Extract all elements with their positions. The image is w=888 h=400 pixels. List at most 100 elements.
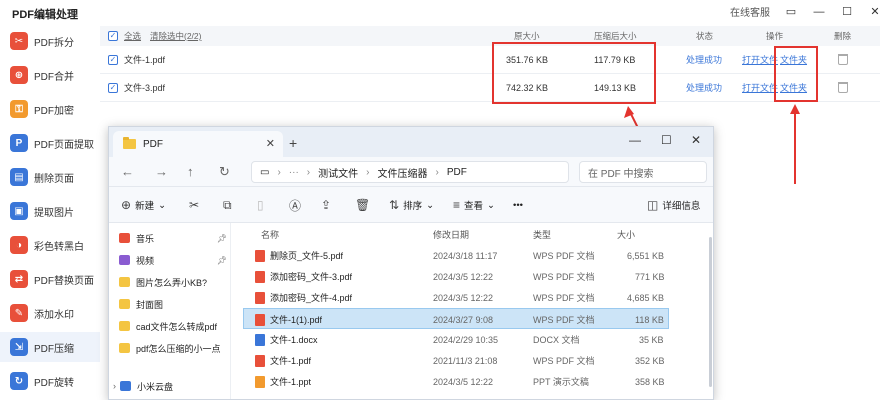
file-modified: 2024/3/5 12:22	[433, 271, 494, 282]
details-label: 详细信息	[662, 201, 701, 212]
column-header-modified[interactable]: 修改日期	[433, 223, 469, 245]
file-name-text: 添加密码_文件-4.pdf	[270, 293, 353, 303]
vertical-scrollbar[interactable]	[709, 237, 712, 387]
new-tab-button[interactable]: +	[289, 135, 297, 151]
list-item-selected[interactable]: 文件-1(1).pdf 2024/3/27 9:08 WPS PDF 文档 11…	[243, 308, 669, 329]
chevron-right-icon: ›	[306, 166, 311, 178]
breadcrumb-segment[interactable]: 文件压缩器	[377, 165, 427, 180]
breadcrumb-segment[interactable]: 测试文件	[318, 165, 358, 180]
file-modified: 2024/3/5 12:22	[433, 292, 494, 303]
explorer-maximize-button[interactable]: ☐	[661, 133, 672, 147]
more-path-icon[interactable]: ···	[289, 167, 299, 178]
cut-button[interactable]: ✂	[189, 187, 199, 223]
file-type: WPS PDF 文档	[533, 272, 595, 282]
explorer-tab[interactable]: PDF ✕	[113, 131, 283, 157]
list-item[interactable]: 添加密码_文件-4.pdf 2024/3/5 12:22 WPS PDF 文档 …	[243, 287, 669, 308]
delete-button[interactable]: 🗑︎	[355, 187, 370, 223]
file-modified: 2024/3/27 9:08	[433, 314, 494, 325]
file-name: 文件-1.docx	[255, 329, 318, 350]
nav-item-music[interactable]: 音乐 📌︎	[119, 227, 231, 249]
music-icon	[119, 233, 130, 243]
chevron-down-icon: ⌄	[158, 199, 167, 211]
nav-item-videos[interactable]: 视频 📌︎	[119, 249, 231, 271]
list-item[interactable]: 文件-1.ppt 2024/3/5 12:22 PPT 演示文稿 358 KB	[243, 371, 669, 392]
file-name-text: 文件-1.docx	[270, 335, 318, 345]
file-type: WPS PDF 文档	[533, 293, 595, 303]
file-name-text: 文件-1(1).pdf	[270, 315, 323, 325]
folder-arrow-head	[790, 104, 800, 114]
file-modified: 2024/3/5 12:22	[433, 376, 494, 387]
view-button[interactable]: ≡ 查看 ⌄	[453, 187, 495, 223]
breadcrumb[interactable]: ▭ › ··· › 测试文件 › 文件压缩器 › PDF	[251, 161, 569, 183]
ppt-file-icon	[255, 375, 265, 388]
file-modified: 2021/11/3 21:08	[433, 355, 498, 366]
file-name-text: 删除页_文件-5.pdf	[270, 251, 344, 261]
list-item[interactable]: 文件-1.pdf 2021/11/3 21:08 WPS PDF 文档 352 …	[243, 350, 669, 371]
file-type: PPT 演示文稿	[533, 377, 589, 387]
forward-icon[interactable]: →	[155, 164, 168, 179]
share-icon: ⇪	[321, 198, 332, 212]
file-size: 352 KB	[635, 355, 665, 366]
folder-icon	[119, 343, 130, 353]
nav-item-cloud[interactable]: › 小米云盘	[113, 375, 225, 397]
view-icon: ≡	[453, 198, 461, 212]
rename-button[interactable]: Ⓐ	[289, 187, 301, 223]
sort-label: 排序	[403, 201, 423, 212]
column-header-name[interactable]: 名称	[261, 223, 279, 245]
file-size: 35 KB	[639, 334, 664, 345]
tab-close-icon[interactable]: ✕	[266, 137, 275, 150]
nav-item-folder[interactable]: pdf怎么压缩的小一点	[119, 337, 231, 359]
file-name: 添加密码_文件-3.pdf	[255, 266, 352, 287]
nav-item-label: 图片怎么弄小KB?	[136, 277, 208, 288]
list-item[interactable]: 添加密码_文件-3.pdf 2024/3/5 12:22 WPS PDF 文档 …	[243, 266, 669, 287]
chevron-right-icon: ›	[277, 166, 281, 178]
plus-circle-icon: ⊕	[121, 198, 132, 212]
chevron-right-icon: ›	[435, 166, 439, 178]
chevron-down-icon: ⌄	[426, 199, 435, 211]
nav-item-label: cad文件怎么转成pdf	[136, 321, 218, 332]
nav-item-label: 小米云盘	[137, 381, 174, 392]
column-header-size[interactable]: 大小	[617, 223, 635, 245]
file-size: 6,551 KB	[627, 250, 665, 261]
docx-file-icon	[255, 333, 265, 346]
list-item[interactable]: 删除页_文件-5.pdf 2024/3/18 11:17 WPS PDF 文档 …	[243, 245, 669, 266]
nav-item-folder[interactable]: 封面图	[119, 293, 231, 315]
nav-item-label: 音乐	[136, 233, 155, 244]
new-button[interactable]: ⊕ 新建 ⌄	[121, 187, 166, 223]
back-icon[interactable]: ←	[121, 164, 134, 179]
explorer-close-button[interactable]: ✕	[691, 133, 701, 147]
new-label: 新建	[135, 201, 155, 212]
share-button[interactable]: ⇪	[321, 187, 331, 223]
file-size: 358 KB	[635, 376, 665, 387]
video-icon	[119, 255, 130, 265]
list-item[interactable]: 文件-1.docx 2024/2/29 10:35 DOCX 文档 35 KB	[243, 329, 669, 350]
file-modified: 2024/2/29 10:35	[433, 334, 499, 345]
file-type: WPS PDF 文档	[533, 251, 595, 261]
nav-item-folder[interactable]: 图片怎么弄小KB?	[119, 271, 231, 293]
details-pane-icon: ◫	[647, 198, 659, 212]
file-size: 771 KB	[635, 271, 665, 282]
nav-item-folder[interactable]: cad文件怎么转成pdf	[119, 315, 231, 337]
view-label: 查看	[464, 201, 484, 212]
tab-title: PDF	[143, 138, 163, 150]
pdf-file-icon	[255, 249, 265, 262]
details-pane-button[interactable]: ◫ 详细信息	[647, 187, 700, 223]
column-header-type[interactable]: 类型	[533, 223, 551, 245]
paste-button[interactable]: ▯	[257, 187, 264, 223]
sort-button[interactable]: ⇅ 排序 ⌄	[389, 187, 434, 223]
explorer-address-bar: ← → ↑ ↻ ▭ › ··· › 测试文件 › 文件压缩器 › PDF 在 P…	[109, 157, 713, 187]
copy-button[interactable]: ⧉	[223, 187, 232, 223]
more-options-button[interactable]: •••	[513, 187, 523, 223]
explorer-minimize-button[interactable]: —	[629, 133, 641, 147]
chevron-right-icon[interactable]: ›	[113, 381, 116, 391]
folder-icon	[123, 137, 136, 149]
file-name: 文件-1.ppt	[255, 371, 311, 392]
pdf-file-icon	[255, 354, 265, 367]
search-input[interactable]: 在 PDF 中搜索	[579, 161, 707, 183]
up-icon[interactable]: ↑	[187, 164, 194, 179]
rename-icon: Ⓐ	[289, 198, 302, 213]
refresh-icon[interactable]: ↻	[219, 164, 230, 180]
file-name: 文件-1(1).pdf	[255, 309, 322, 330]
breadcrumb-segment[interactable]: PDF	[447, 167, 467, 178]
pdf-file-icon	[255, 291, 265, 304]
